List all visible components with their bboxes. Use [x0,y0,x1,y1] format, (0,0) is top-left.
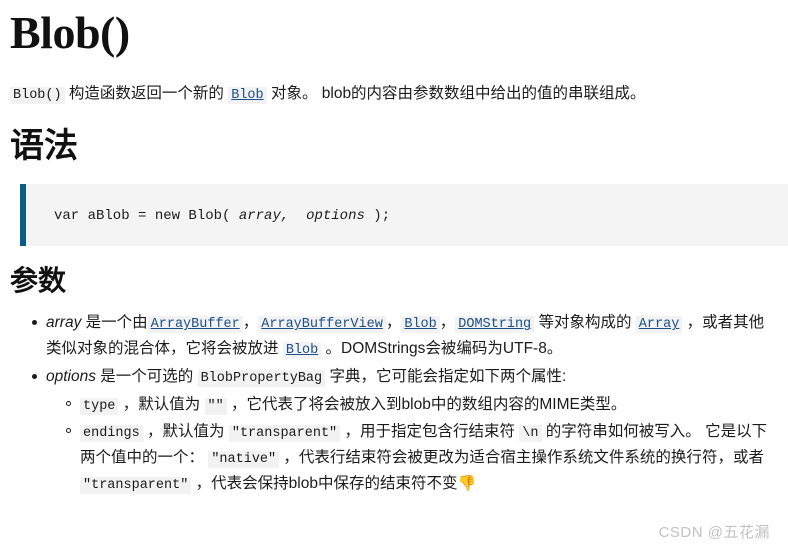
option-item-type: type ，默认值为 "" ，它代表了将会被放入到blob中的数组内容的MIME… [66,392,778,418]
option-type-seg1: ，默认值为 [118,396,205,414]
code-arg-array: array, [238,207,290,224]
sep-1: ， [242,314,259,332]
heading-parameters: 参数 [10,264,67,296]
code-value-native: "native" [208,450,280,468]
intro-text-after: 对象。 blob的内容由参数数组中给出的值的串联组成。 [266,85,646,102]
param-name-array: array [46,314,82,332]
sep-2: ， [385,314,402,332]
document-page: Blob() Blob() 构造函数返回一个新的 Blob 对象。 blob的内… [0,10,788,496]
code-option-type-default: "" [204,398,227,416]
syntax-code-text: var aBlob = new Blob( array, options ); [54,208,390,224]
page-title: Blob() [10,7,130,58]
intro-paragraph: Blob() 构造函数返回一个新的 Blob 对象。 blob的内容由参数数组中… [10,82,778,106]
param-item-array: array 是一个由 ArrayBuffer， ArrayBufferView， Bl… [32,310,778,362]
link-array[interactable]: Array [635,316,683,334]
link-blob-param-2[interactable]: Blob [282,342,322,360]
option-endings-seg1: ，默认值为 [142,422,229,440]
option-endings-seg5: ，代表行结束符会被更改为适合宿主操作系统文件系统的换行 [279,448,702,466]
csdn-watermark: CSDN @五花漏 [658,524,770,541]
intro-code-blob: Blob() [10,87,65,104]
param-array-seg5: 。DOMStrings会被编码为UTF-8。 [321,340,563,358]
option-endings-seg3: 的字符串如何被写入。 它是 [541,422,737,440]
code-suffix: ); [364,207,391,224]
link-blob-intro[interactable]: Blob [228,87,267,104]
param-options-seg1: 是一个可选的 [95,368,198,386]
param-array-seg2: 等对象构成的 [534,314,636,332]
code-option-endings: endings [80,424,143,442]
link-domstring[interactable]: DOMString [455,316,535,334]
code-newline-escape: \n [519,424,542,442]
option-type-seg2: ，它代表了将会被放入到blob中的数组内容的MIME类型。 [226,396,627,414]
param-array-seg1: 是一个由 [81,314,148,332]
link-arraybuffer[interactable]: ArrayBuffer [147,316,243,334]
intro-text-before: 构造函数返回一个新的 [64,85,229,102]
code-option-type: type [80,398,119,416]
param-array-seg3: ，或者 [682,314,734,332]
param-name-options: options [46,368,96,386]
options-sub-list: type ，默认值为 "" ，它代表了将会被放入到blob中的数组内容的MIME… [46,392,778,496]
code-option-endings-default: "transparent" [228,424,341,442]
sep-3: ， [439,314,456,332]
option-endings-seg7: ，代表会保持blob中保存的结束符不变 [191,474,458,492]
link-arraybufferview[interactable]: ArrayBufferView [258,316,386,334]
code-prefix: var aBlob = new Blob( [54,207,239,224]
link-blob-param[interactable]: Blob [401,316,440,334]
thumbs-down-icon: 👎 [457,474,477,492]
code-arg-options: options [306,207,365,224]
code-value-transparent: "transparent" [80,476,192,494]
param-item-options: options 是一个可选的 BlobPropertyBag 字典，它可能会指定… [32,364,778,496]
code-blobpropertybag: BlobPropertyBag [197,370,326,388]
option-endings-seg6: 符，或者 [701,448,764,466]
heading-syntax: 语法 [10,127,78,166]
parameters-list: array 是一个由 ArrayBuffer， ArrayBufferView， Bl… [10,310,778,496]
param-options-seg2: 字典，它可能会指定如下两个属性: [325,368,567,386]
syntax-code-block: var aBlob = new Blob( array, options ); [20,183,788,246]
option-item-endings: endings ，默认值为 "transparent" ，用于指定包含行结束符 … [66,419,778,497]
option-endings-seg2: ，用于指定包含行结束符 [340,422,520,440]
